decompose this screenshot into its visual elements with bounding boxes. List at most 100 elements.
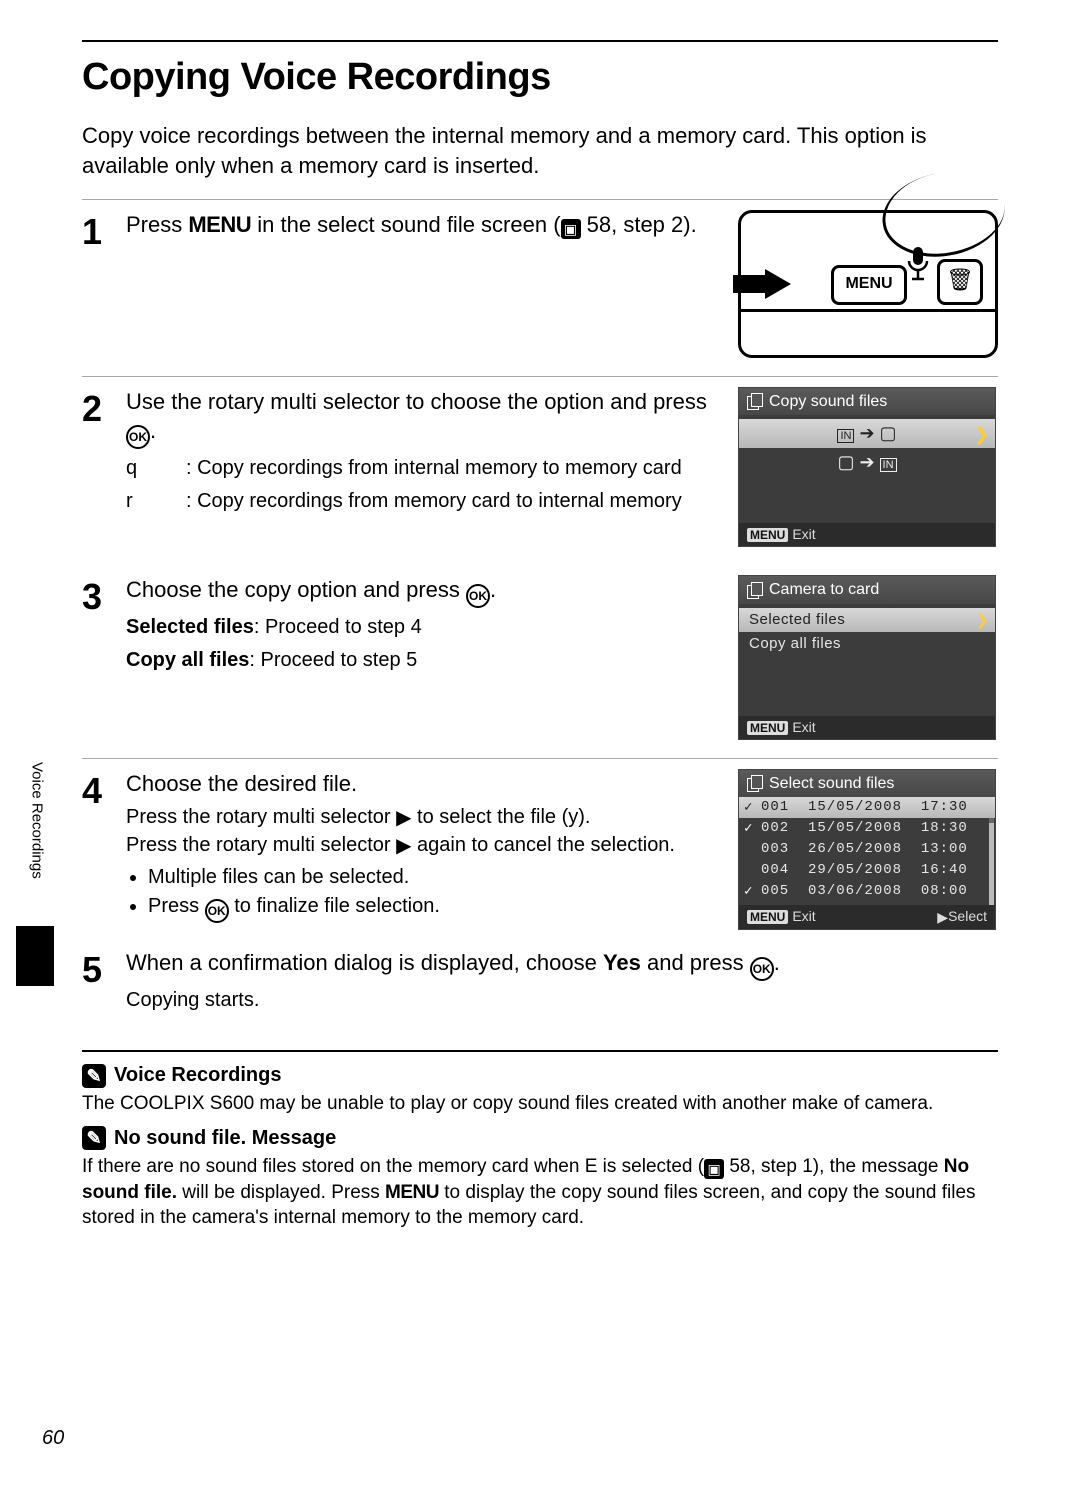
lcd-option-card-to-in: ▢ ➔ IN [739,448,995,476]
reference-icon: ▣ [561,219,581,239]
key: Copy all files [126,649,249,671]
copy-icon [747,393,763,409]
step-2-lead: Use the rotary multi selector to choose … [126,387,726,450]
note-2-body: If there are no sound files stored on th… [82,1154,998,1231]
txt: 58, step 2). [581,212,697,237]
bullet: Press OK to finalize file selection. [148,893,726,923]
txt: Use the rotary multi selector to choose … [126,389,707,414]
txt: again to cancel the selection. [411,834,675,856]
notes-section: ✎ Voice Recordings The COOLPIX S600 may … [82,1050,998,1231]
txt: Choose the copy option and press [126,577,466,602]
menu-word: MENU [188,212,251,237]
ok-icon: OK [205,899,229,923]
file-row: 003 26/05/2008 13:00 [739,839,995,860]
in-icon: IN [837,429,854,443]
ok-icon: OK [126,425,150,449]
txt: When a confirmation dialog is displayed,… [126,950,603,975]
txt: Press [148,895,205,917]
lcd-option-in-to-card: IN ➔ ▢❯ [739,419,995,447]
lcd-title: Copy sound files [769,391,887,413]
card-icon: ▢ [837,452,854,472]
chevron-right-icon: ❯ [976,611,989,631]
step-3-lead: Choose the copy option and press OK. [126,575,726,608]
lcd-footer: MENUExit ▶Select [739,905,995,929]
step-1: 1 Press MENU in the select sound file sc… [82,199,998,376]
step-1-lead: Press MENU in the select sound file scre… [126,210,726,240]
val: : Proceed to step 5 [249,649,417,671]
trash-icon: 🗑 [937,259,983,305]
step-3: 3 Choose the copy option and press OK. S… [82,565,998,757]
lcd-row-copy-all: Copy all files [739,632,995,656]
microphone-icon [905,245,931,285]
lcd-header: Camera to card [739,576,995,604]
step-3-sub2: Copy all files: Proceed to step 5 [126,647,726,674]
top-rule [82,40,998,42]
lcd-header: Select sound files [739,770,995,798]
lcd-title: Camera to card [769,579,879,601]
txt: Press the rotary multi selector [126,806,396,828]
copy-icon [747,775,763,791]
note-1-header: ✎ Voice Recordings [82,1062,998,1089]
check-icon: ✓ [744,820,753,839]
select-label: Select [948,908,987,924]
step-5: 5 When a confirmation dialog is displaye… [82,948,998,1032]
step-4: 4 Choose the desired file. Press the rot… [82,758,998,948]
step-1-number: 1 [82,210,126,250]
menu-badge: MENU [747,721,788,735]
key: r [126,488,186,515]
step-2-sub2: r: Copy recordings from memory card to i… [126,488,726,515]
step-5-lead: When a confirmation dialog is displayed,… [126,948,998,981]
pencil-icon: ✎ [82,1126,106,1150]
txt: to finalize file selection. [229,895,440,917]
menu-word: MENU [385,1182,439,1203]
key: q [126,455,186,482]
file-row: ✓005 03/06/2008 08:00 [739,881,995,902]
pencil-icon: ✎ [82,1064,106,1088]
note-2-header: ✎ No sound file. Message [82,1125,998,1152]
txt: . [150,418,156,443]
txt: will be displayed. Press [177,1182,385,1203]
card-icon: ▢ [880,423,897,443]
lcd-header: Copy sound files [739,388,995,416]
val: : Copy recordings from memory card to in… [186,490,682,512]
txt: . [490,577,496,602]
in-icon: IN [880,458,897,472]
exit-label: Exit [792,526,815,542]
note-1-body: The COOLPIX S600 may be unable to play o… [82,1091,998,1117]
lcd-camera-to-card: Camera to card Selected files❯ Copy all … [738,575,996,739]
step-2-sub1: q: Copy recordings from internal memory … [126,455,726,482]
lcd-body: Selected files❯ Copy all files [739,604,995,716]
lcd-select-sound-files: Select sound files ✓001 15/05/2008 17:30… [738,769,996,930]
step-3-number: 3 [82,575,126,615]
txt: to select the file ( [411,806,568,828]
step-4-bullets: Multiple files can be selected. Press OK… [126,864,726,923]
step-4-sub: Press the rotary multi selector ▶ to sel… [126,804,726,860]
txt: . [774,950,780,975]
lcd-copy-sound-files: Copy sound files IN ➔ ▢❯ ▢ ➔ IN MENUExit [738,387,996,547]
copy-icon [747,582,763,598]
check-icon: ✓ [744,799,753,818]
chevron-right-icon: ❯ [974,422,989,446]
txt: Press the rotary multi selector [126,834,396,856]
reference-icon: ▣ [704,1159,724,1179]
ok-icon: OK [466,584,490,608]
val: : Proceed to step 4 [254,616,422,638]
notes-rule [82,1050,998,1052]
val: : Copy recordings from internal memory t… [186,457,682,479]
step-5-number: 5 [82,948,126,988]
step-4-number: 4 [82,769,126,809]
menu-badge: MENU [747,528,788,542]
txt: If there are no sound files stored on th… [82,1156,585,1177]
note-title: No sound file. Message [114,1125,336,1152]
txt: 58, step 1), the message [724,1156,944,1177]
txt: y [568,806,578,828]
step-3-sub1: Selected files: Proceed to step 4 [126,614,726,641]
lcd-title: Select sound files [769,773,894,795]
txt: is selected ( [597,1156,704,1177]
lcd-row-selected-files: Selected files❯ [739,608,995,632]
file-row: ✓002 15/05/2008 18:30 [739,818,995,839]
key: Selected files [126,616,254,638]
note-title: Voice Recordings [114,1062,281,1089]
step-5-sub: Copying starts. [126,987,998,1014]
txt: and press [641,950,750,975]
